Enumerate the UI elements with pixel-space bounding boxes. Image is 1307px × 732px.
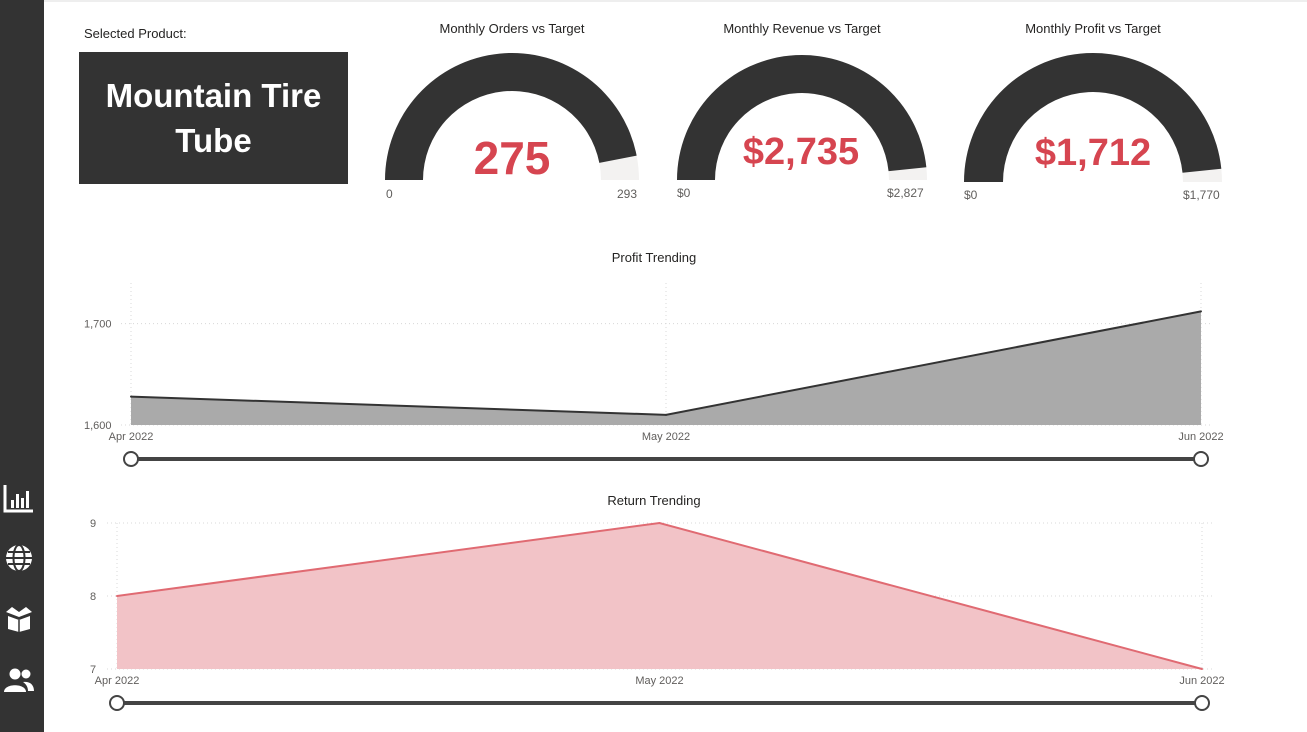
data-point bbox=[116, 595, 118, 597]
date-slider-end-handle[interactable] bbox=[1193, 451, 1209, 467]
x-tick-label: Jun 2022 bbox=[1179, 675, 1224, 687]
y-tick-label: 1,700 bbox=[84, 319, 112, 331]
data-point bbox=[658, 522, 661, 524]
x-tick-label: Apr 2022 bbox=[95, 675, 140, 687]
x-tick-label: May 2022 bbox=[642, 431, 690, 443]
y-tick-label: 1,600 bbox=[84, 420, 112, 432]
data-point bbox=[665, 413, 667, 416]
date-slider-start-handle[interactable] bbox=[123, 451, 139, 467]
data-point bbox=[1200, 310, 1202, 313]
date-slider-end-handle[interactable] bbox=[1194, 695, 1210, 711]
data-point bbox=[1201, 668, 1203, 670]
y-tick-label: 9 bbox=[90, 518, 96, 530]
y-tick-label: 8 bbox=[90, 591, 96, 603]
x-tick-label: Apr 2022 bbox=[109, 431, 154, 443]
x-tick-label: May 2022 bbox=[635, 675, 683, 687]
data-point bbox=[130, 395, 132, 398]
trend-charts: 1,6001,700Apr 2022 May 2022 Jun 2022789Apr… bbox=[84, 283, 1225, 711]
x-tick-label: Jun 2022 bbox=[1178, 431, 1223, 443]
date-slider-start-handle[interactable] bbox=[109, 695, 125, 711]
